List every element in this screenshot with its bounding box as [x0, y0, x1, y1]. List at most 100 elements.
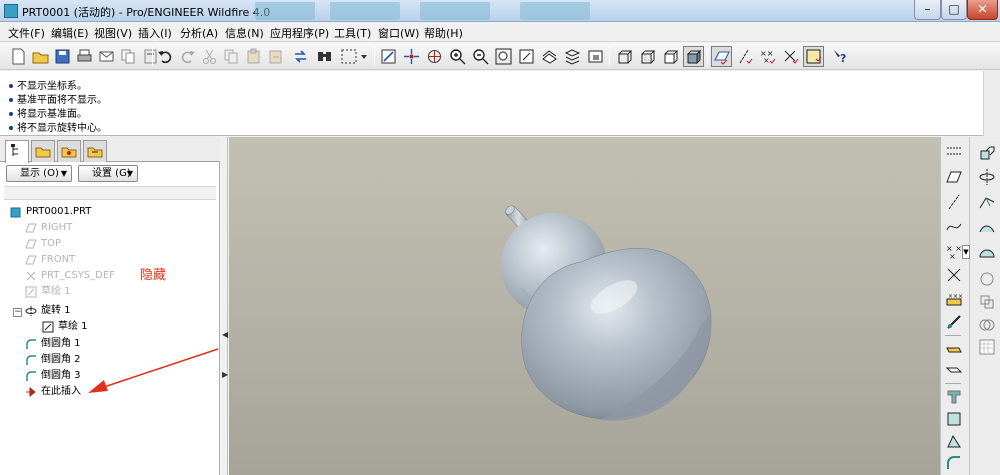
draft-icon[interactable]: [944, 409, 964, 429]
folder-browser-tab[interactable]: [31, 140, 55, 162]
toolbar-separator: [152, 47, 153, 66]
favorites-tab[interactable]: [57, 140, 81, 162]
dropdown-arrow-icon: ▼: [126, 169, 133, 178]
datum-axes-icon[interactable]: [734, 46, 755, 67]
maximize-button[interactable]: □: [941, 0, 967, 20]
hole-icon[interactable]: [944, 339, 964, 359]
no-hidden-icon[interactable]: [660, 46, 681, 67]
toolbar-separator: [707, 47, 708, 66]
mirror-icon[interactable]: [977, 269, 997, 289]
show-button[interactable]: 显示 (O) ▼: [6, 165, 72, 182]
regen-icon[interactable]: [290, 46, 311, 67]
wireframe-icon[interactable]: [614, 46, 635, 67]
datum-axis-tool-icon[interactable]: [944, 192, 964, 212]
annotations-icon[interactable]: [803, 46, 824, 67]
layers-icon[interactable]: [562, 46, 583, 67]
menu-view[interactable]: 视图(V): [94, 25, 132, 41]
model-tree-tab[interactable]: [5, 140, 29, 163]
menu-edit[interactable]: 编辑(E): [51, 25, 89, 41]
selection-dropdown-icon[interactable]: [338, 46, 370, 67]
menu-tools[interactable]: 工具(T): [334, 25, 371, 41]
datum-point-dropdown[interactable]: ▼: [962, 245, 970, 259]
datum-point-icon[interactable]: × × ×: [944, 242, 964, 262]
find-icon[interactable]: [314, 46, 335, 67]
navigator-filter-strip: [4, 186, 216, 200]
shading-icon[interactable]: [683, 46, 704, 67]
close-button[interactable]: ✕: [967, 0, 998, 20]
redraw-icon[interactable]: [378, 46, 399, 67]
open-icon[interactable]: [30, 46, 51, 67]
copy-icon[interactable]: [118, 46, 139, 67]
hidden-line-icon[interactable]: [637, 46, 658, 67]
round-tool-icon[interactable]: [944, 453, 964, 473]
annotation-arrow: [88, 348, 219, 393]
rib-icon[interactable]: [944, 387, 964, 407]
context-help-icon[interactable]: ?: [830, 46, 851, 67]
datum-plane-icon: [25, 238, 37, 250]
taskbar-blur: [255, 2, 315, 20]
connections-tab[interactable]: [83, 140, 107, 162]
paste-special-icon[interactable]: [265, 46, 286, 67]
message-scrollbar[interactable]: [983, 71, 1000, 136]
graphics-window[interactable]: [229, 137, 940, 475]
menu-help[interactable]: 帮助(H): [424, 25, 463, 41]
trim-icon[interactable]: [977, 337, 997, 357]
sketch-datum-icon[interactable]: [944, 141, 964, 161]
cut-icon[interactable]: [199, 46, 220, 67]
menu-file[interactable]: 文件(F): [8, 25, 45, 41]
merge-icon[interactable]: [977, 315, 997, 335]
hidden-annotation-label: 隐藏: [140, 268, 167, 283]
view-manager-icon[interactable]: [585, 46, 606, 67]
save-icon[interactable]: [52, 46, 73, 67]
menu-insert[interactable]: 插入(I): [138, 25, 172, 41]
revolve-tool-icon[interactable]: [977, 167, 997, 187]
collapse-toggle[interactable]: −: [13, 308, 22, 317]
paste2-icon[interactable]: [243, 46, 264, 67]
zoom-in-icon[interactable]: [447, 46, 468, 67]
extrude-icon[interactable]: [977, 143, 997, 163]
blend-icon[interactable]: [977, 217, 997, 237]
menu-window[interactable]: 窗口(W): [378, 25, 419, 41]
palette-separator: [945, 383, 961, 384]
panel-splitter[interactable]: ◀ ▶: [220, 137, 228, 475]
pattern-icon[interactable]: [977, 292, 997, 312]
menu-analysis[interactable]: 分析(A): [180, 25, 218, 41]
coordinate-systems-icon[interactable]: [780, 46, 801, 67]
minimize-button[interactable]: –: [914, 0, 941, 20]
zoom-out-icon[interactable]: [470, 46, 491, 67]
new-icon[interactable]: [8, 46, 29, 67]
copy2-icon[interactable]: [221, 46, 242, 67]
datum-points-icon[interactable]: ×× ×: [757, 46, 778, 67]
coordinate-system-icon[interactable]: [944, 265, 964, 285]
datum-plane-icon: [25, 222, 37, 234]
spin-center-icon[interactable]: [401, 46, 422, 67]
redo-icon[interactable]: [177, 46, 198, 67]
insert-shape-icon[interactable]: [944, 312, 964, 332]
menu-applications[interactable]: 应用程序(P): [270, 25, 329, 41]
expand-right-icon[interactable]: ▶: [222, 370, 228, 379]
saved-views-icon[interactable]: [539, 46, 560, 67]
datum-plane-tool-icon[interactable]: [944, 167, 964, 187]
menu-bar: 文件(F) 编辑(E) 视图(V) 插入(I) 分析(A) 信息(N) 应用程序…: [0, 22, 1000, 42]
reorient-icon[interactable]: [516, 46, 537, 67]
datum-curve-icon[interactable]: [944, 217, 964, 237]
draft-plane-icon[interactable]: [944, 431, 964, 451]
sweep-icon[interactable]: [977, 192, 997, 212]
collapse-left-icon[interactable]: ◀: [222, 330, 228, 339]
taskbar-blur: [330, 2, 400, 20]
gourd-model[interactable]: [229, 137, 940, 475]
analysis-feature-icon[interactable]: ×××: [944, 289, 964, 309]
svg-text:×××: ×××: [948, 293, 963, 300]
edge-chamfer-icon[interactable]: [977, 242, 997, 262]
settings-button[interactable]: 设置 (G) ▼: [78, 165, 138, 182]
undo-icon[interactable]: [155, 46, 176, 67]
shell-icon[interactable]: [944, 359, 964, 379]
toolbar-column-separator: [969, 137, 970, 475]
print-icon[interactable]: [74, 46, 95, 67]
datum-plane-icon: [25, 254, 37, 266]
orient-icon[interactable]: [424, 46, 445, 67]
send-icon[interactable]: [96, 46, 117, 67]
datum-planes-icon[interactable]: [711, 46, 732, 67]
refit-icon[interactable]: [493, 46, 514, 67]
menu-info[interactable]: 信息(N): [225, 25, 264, 41]
